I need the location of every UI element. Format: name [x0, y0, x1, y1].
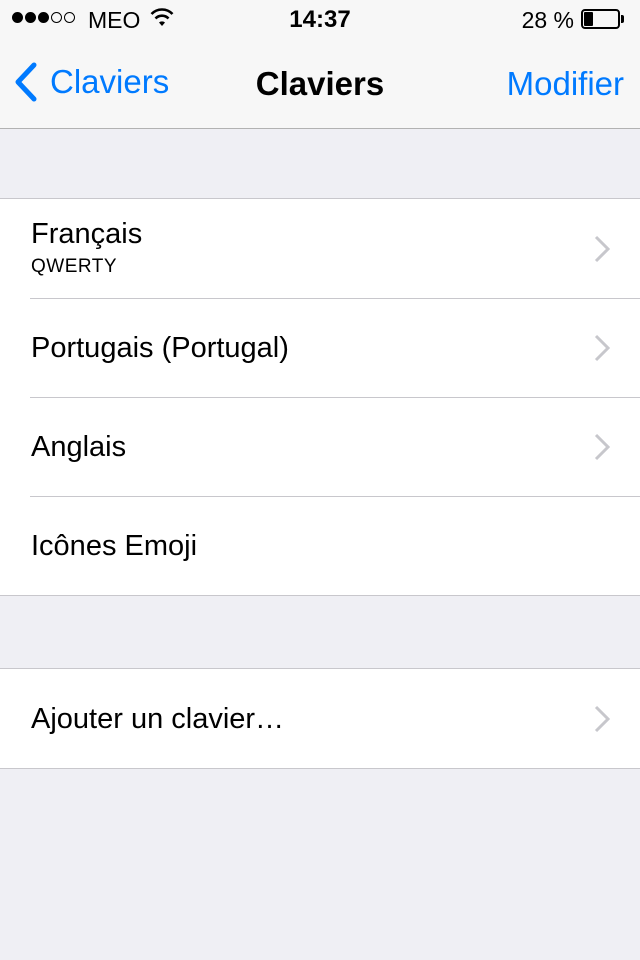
add-keyboard-label: Ajouter un clavier… [31, 703, 285, 735]
top-bar: MEO 14:37 28 % Claviers Claviers Modifie… [0, 0, 640, 129]
keyboard-name: Anglais [31, 431, 127, 463]
battery-percentage: 28 % [521, 7, 574, 33]
keyboard-name: Portugais (Portugal) [31, 332, 289, 364]
navigation-bar: Claviers Claviers Modifier [0, 40, 640, 128]
edit-button[interactable]: Modifier [507, 65, 624, 103]
chevron-right-icon [594, 235, 610, 263]
keyboard-row-portugais[interactable]: Portugais (Portugal) [0, 298, 640, 397]
chevron-right-icon [594, 433, 610, 461]
status-bar: MEO 14:37 28 % [0, 0, 640, 40]
battery-icon [581, 9, 625, 29]
keyboard-row-anglais[interactable]: Anglais [0, 397, 640, 496]
chevron-right-icon [594, 334, 610, 362]
keyboard-name: Icônes Emoji [31, 530, 198, 562]
keyboard-name: Français [31, 218, 143, 250]
battery-nub [621, 15, 624, 23]
keyboard-row-emoji[interactable]: Icônes Emoji [0, 496, 640, 595]
keyboards-list: Français QWERTY Portugais (Portugal) Ang… [0, 198, 640, 596]
keyboard-layout: QWERTY [31, 256, 118, 277]
battery-fill [584, 12, 593, 26]
add-keyboard-group: Ajouter un clavier… [0, 668, 640, 769]
chevron-right-icon [594, 705, 610, 733]
add-keyboard-row[interactable]: Ajouter un clavier… [0, 669, 640, 768]
keyboard-row-francais[interactable]: Français QWERTY [0, 199, 640, 298]
